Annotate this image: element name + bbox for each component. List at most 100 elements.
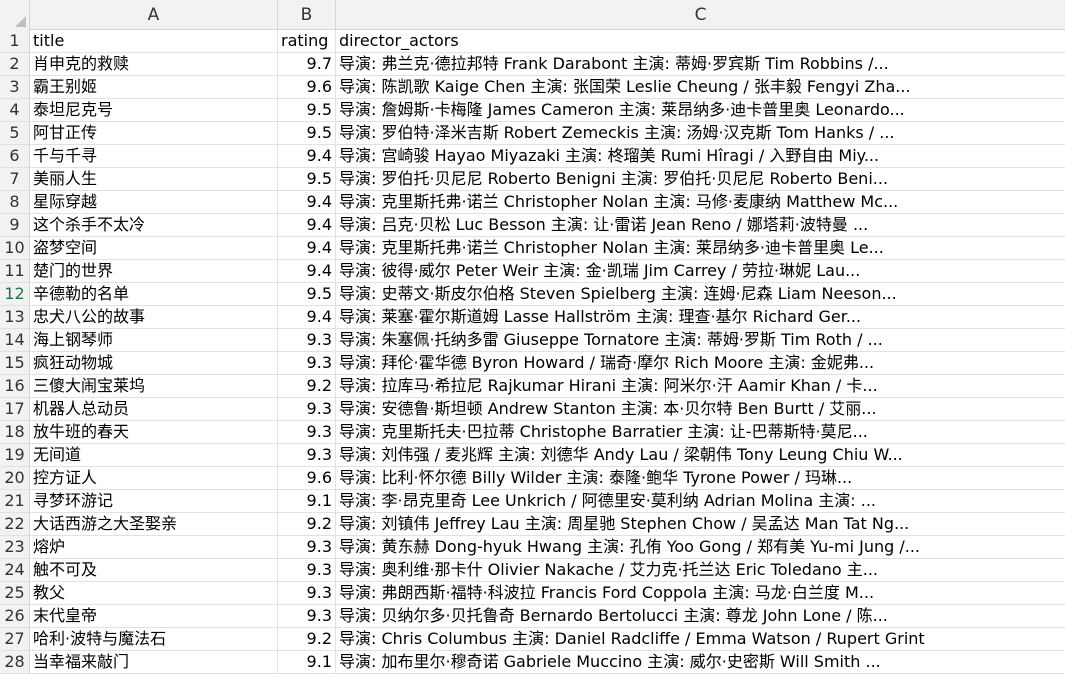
cell-title[interactable]: 海上钢琴师 <box>30 329 278 351</box>
row-number[interactable]: 14 <box>0 329 30 351</box>
cell-rating[interactable]: 9.2 <box>278 628 336 650</box>
cell-title[interactable]: 机器人总动员 <box>30 398 278 420</box>
cell-title[interactable]: 泰坦尼克号 <box>30 99 278 121</box>
cell-title[interactable]: 疯狂动物城 <box>30 352 278 374</box>
cell-rating[interactable]: 9.3 <box>278 559 336 581</box>
cell-title[interactable]: 霸王别姬 <box>30 76 278 98</box>
cell-director-actors[interactable]: 导演: 安德鲁·斯坦顿 Andrew Stanton 主演: 本·贝尔特 Ben… <box>336 398 1065 420</box>
row-number[interactable]: 5 <box>0 122 30 144</box>
cell-rating[interactable]: 9.3 <box>278 444 336 466</box>
cell-director-actors[interactable]: 导演: 李·昂克里奇 Lee Unkrich / 阿德里安·莫利纳 Adrian… <box>336 490 1065 512</box>
cell-rating[interactable]: 9.3 <box>278 352 336 374</box>
cell-rating[interactable]: 9.5 <box>278 283 336 305</box>
cell-rating[interactable]: 9.3 <box>278 421 336 443</box>
row-number[interactable]: 21 <box>0 490 30 512</box>
row-number[interactable]: 1 <box>0 30 30 52</box>
cell-title[interactable]: 千与千寻 <box>30 145 278 167</box>
select-all-button[interactable] <box>0 0 30 30</box>
cell-director-actors[interactable]: 导演: 奥利维·那卡什 Olivier Nakache / 艾力克·托兰达 Er… <box>336 559 1065 581</box>
cell-title[interactable]: 肖申克的救赎 <box>30 53 278 75</box>
row-number[interactable]: 4 <box>0 99 30 121</box>
cell-director-actors[interactable]: 导演: 罗伯特·泽米吉斯 Robert Zemeckis 主演: 汤姆·汉克斯 … <box>336 122 1065 144</box>
column-header-b[interactable]: B <box>278 0 336 30</box>
cell-director-actors[interactable]: 导演: 陈凯歌 Kaige Chen 主演: 张国荣 Leslie Cheung… <box>336 76 1065 98</box>
cell-title[interactable]: 无间道 <box>30 444 278 466</box>
cell-director-actors[interactable]: 导演: 刘伟强 / 麦兆辉 主演: 刘德华 Andy Lau / 梁朝伟 Ton… <box>336 444 1065 466</box>
spreadsheet-grid[interactable]: A B C 1 title rating director_actors 2 肖申… <box>0 0 1065 676</box>
row-number[interactable]: 15 <box>0 352 30 374</box>
row-number[interactable]: 19 <box>0 444 30 466</box>
row-number[interactable]: 3 <box>0 76 30 98</box>
row-number[interactable]: 8 <box>0 191 30 213</box>
cell-rating[interactable]: 9.3 <box>278 582 336 604</box>
cell-rating[interactable]: 9.5 <box>278 99 336 121</box>
cell-title[interactable]: 三傻大闹宝莱坞 <box>30 375 278 397</box>
row-number[interactable]: 28 <box>0 651 30 673</box>
cell-rating[interactable]: 9.6 <box>278 76 336 98</box>
cell-director-actors[interactable]: 导演: 拉库马·希拉尼 Rajkumar Hirani 主演: 阿米尔·汗 Aa… <box>336 375 1065 397</box>
row-number[interactable]: 13 <box>0 306 30 328</box>
cell-title[interactable]: 这个杀手不太冷 <box>30 214 278 236</box>
row-number[interactable]: 22 <box>0 513 30 535</box>
cell-rating[interactable]: 9.3 <box>278 536 336 558</box>
row-number[interactable]: 16 <box>0 375 30 397</box>
cell-title[interactable]: 当幸福来敲门 <box>30 651 278 673</box>
cell-rating[interactable]: 9.6 <box>278 467 336 489</box>
cell-director-actors[interactable]: 导演: 弗兰克·德拉邦特 Frank Darabont 主演: 蒂姆·罗宾斯 T… <box>336 53 1065 75</box>
cell-director-actors[interactable]: 导演: 刘镇伟 Jeffrey Lau 主演: 周星驰 Stephen Chow… <box>336 513 1065 535</box>
cell-rating-header[interactable]: rating <box>278 30 336 52</box>
row-number[interactable]: 27 <box>0 628 30 650</box>
cell-rating[interactable]: 9.1 <box>278 490 336 512</box>
cell-director-actors[interactable]: 导演: 比利·怀尔德 Billy Wilder 主演: 泰隆·鲍华 Tyrone… <box>336 467 1065 489</box>
row-number[interactable]: 24 <box>0 559 30 581</box>
cell-title[interactable]: 忠犬八公的故事 <box>30 306 278 328</box>
cell-rating[interactable]: 9.4 <box>278 214 336 236</box>
cell-title[interactable]: 末代皇帝 <box>30 605 278 627</box>
cell-rating[interactable]: 9.2 <box>278 513 336 535</box>
column-header-a[interactable]: A <box>30 0 278 30</box>
cell-title[interactable]: 触不可及 <box>30 559 278 581</box>
cell-rating[interactable]: 9.5 <box>278 168 336 190</box>
cell-director-actors[interactable]: 导演: 贝纳尔多·贝托鲁奇 Bernardo Bertolucci 主演: 尊龙… <box>336 605 1065 627</box>
row-number[interactable]: 26 <box>0 605 30 627</box>
row-number[interactable]: 23 <box>0 536 30 558</box>
cell-title[interactable]: 放牛班的春天 <box>30 421 278 443</box>
cell-title[interactable]: 控方证人 <box>30 467 278 489</box>
cell-director-actors[interactable]: 导演: 加布里尔·穆奇诺 Gabriele Muccino 主演: 威尔·史密斯… <box>336 651 1065 673</box>
cell-director-actors[interactable]: 导演: 罗伯托·贝尼尼 Roberto Benigni 主演: 罗伯托·贝尼尼 … <box>336 168 1065 190</box>
cell-rating[interactable]: 9.3 <box>278 398 336 420</box>
cell-rating[interactable]: 9.1 <box>278 651 336 673</box>
cell-title[interactable]: 教父 <box>30 582 278 604</box>
row-number[interactable]: 6 <box>0 145 30 167</box>
cell-title[interactable]: 美丽人生 <box>30 168 278 190</box>
row-number[interactable]: 11 <box>0 260 30 282</box>
cell-title[interactable]: 寻梦环游记 <box>30 490 278 512</box>
cell-title[interactable]: 辛德勒的名单 <box>30 283 278 305</box>
cell-director-actors[interactable]: 导演: Chris Columbus 主演: Daniel Radcliffe … <box>336 628 1065 650</box>
cell-title[interactable]: 熔炉 <box>30 536 278 558</box>
cell-rating[interactable]: 9.4 <box>278 306 336 328</box>
column-header-c[interactable]: C <box>336 0 1065 30</box>
cell-title[interactable]: 阿甘正传 <box>30 122 278 144</box>
row-number[interactable]: 2 <box>0 53 30 75</box>
cell-title[interactable]: 楚门的世界 <box>30 260 278 282</box>
cell-rating[interactable]: 9.3 <box>278 329 336 351</box>
cell-director-actors[interactable]: 导演: 宫崎骏 Hayao Miyazaki 主演: 柊瑠美 Rumi Hîra… <box>336 145 1065 167</box>
cell-rating[interactable]: 9.4 <box>278 237 336 259</box>
cell-director-actors[interactable]: 导演: 拜伦·霍华德 Byron Howard / 瑞奇·摩尔 Rich Moo… <box>336 352 1065 374</box>
row-number[interactable]: 25 <box>0 582 30 604</box>
cell-rating[interactable]: 9.4 <box>278 145 336 167</box>
cell-rating[interactable]: 9.2 <box>278 375 336 397</box>
row-number[interactable]: 18 <box>0 421 30 443</box>
cell-director-actors[interactable]: 导演: 黄东赫 Dong-hyuk Hwang 主演: 孔侑 Yoo Gong … <box>336 536 1065 558</box>
cell-rating[interactable]: 9.7 <box>278 53 336 75</box>
row-number[interactable]: 9 <box>0 214 30 236</box>
row-number[interactable]: 10 <box>0 237 30 259</box>
cell-director-actors[interactable]: 导演: 史蒂文·斯皮尔伯格 Steven Spielberg 主演: 连姆·尼森… <box>336 283 1065 305</box>
cell-director-actors-header[interactable]: director_actors <box>336 30 1065 52</box>
cell-rating[interactable]: 9.3 <box>278 605 336 627</box>
cell-director-actors[interactable]: 导演: 朱塞佩·托纳多雷 Giuseppe Tornatore 主演: 蒂姆·罗… <box>336 329 1065 351</box>
row-number[interactable]: 20 <box>0 467 30 489</box>
cell-director-actors[interactable]: 导演: 彼得·威尔 Peter Weir 主演: 金·凯瑞 Jim Carrey… <box>336 260 1065 282</box>
cell-title-header[interactable]: title <box>30 30 278 52</box>
